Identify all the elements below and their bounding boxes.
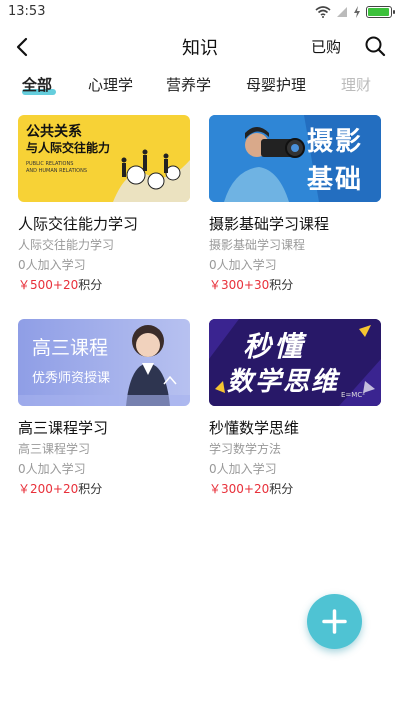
add-button[interactable] (307, 594, 362, 649)
course-price: ￥300+30积分 (209, 278, 294, 292)
enrolled-count: 0人加入学习 (209, 462, 277, 476)
course-cover: 秒懂 数学思维 E=MC² (209, 319, 381, 406)
purchased-button[interactable]: 已购 (311, 36, 341, 57)
tab-maternal-care[interactable]: 母婴护理 (246, 74, 306, 95)
course-title: 秒懂数学思维 (209, 419, 300, 437)
course-card[interactable]: 公共关系 与人际交往能力 PUBLIC RELATIONS AND HUMAN … (18, 115, 190, 294)
tab-finance[interactable]: 理财 (341, 74, 371, 95)
course-title: 摄影基础学习课程 (209, 215, 330, 233)
tab-nutrition[interactable]: 营养学 (166, 74, 211, 95)
status-time: 13:53 (8, 4, 46, 19)
plus-icon (322, 609, 347, 634)
signal-icon (337, 7, 347, 17)
course-subtitle: 高三课程学习 (18, 442, 91, 456)
course-cover: 公共关系 与人际交往能力 PUBLIC RELATIONS AND HUMAN … (18, 115, 190, 202)
wifi-icon (315, 6, 331, 18)
course-subtitle: 学习数学方法 (209, 442, 282, 456)
category-tabs: 全部 心理学 营养学 母婴护理 理财 (0, 72, 400, 100)
enrolled-count: 0人加入学习 (209, 258, 277, 272)
battery-icon (366, 6, 395, 18)
course-title: 人际交往能力学习 (18, 215, 139, 233)
nav-bar: 知识 已购 (0, 28, 400, 68)
course-price: ￥200+20积分 (18, 482, 103, 496)
status-bar: 13:53 (0, 0, 400, 24)
course-card[interactable]: 秒懂 数学思维 E=MC² 秒懂数学思维 学习数学方法 0人加入学习 ￥300+… (209, 319, 381, 498)
course-card[interactable]: 高三课程 优秀师资授课 高三课程学习 高三课程学习 0人加入学习 ￥200+20… (18, 319, 190, 498)
search-icon[interactable] (364, 35, 386, 57)
course-subtitle: 摄影基础学习课程 (209, 238, 306, 252)
course-cover: 高三课程 优秀师资授课 (18, 319, 190, 406)
course-title: 高三课程学习 (18, 419, 109, 437)
enrolled-count: 0人加入学习 (18, 258, 86, 272)
tab-all[interactable]: 全部 (22, 74, 52, 95)
tab-psychology[interactable]: 心理学 (88, 74, 133, 95)
course-cover: 摄影 基础 (209, 115, 381, 202)
course-subtitle: 人际交往能力学习 (18, 238, 115, 252)
charging-icon (354, 6, 360, 18)
course-card[interactable]: 摄影 基础 摄影基础学习课程 摄影基础学习课程 0人加入学习 ￥300+30积分 (209, 115, 381, 294)
enrolled-count: 0人加入学习 (18, 462, 86, 476)
course-price: ￥300+20积分 (209, 482, 294, 496)
course-price: ￥500+20积分 (18, 278, 103, 292)
